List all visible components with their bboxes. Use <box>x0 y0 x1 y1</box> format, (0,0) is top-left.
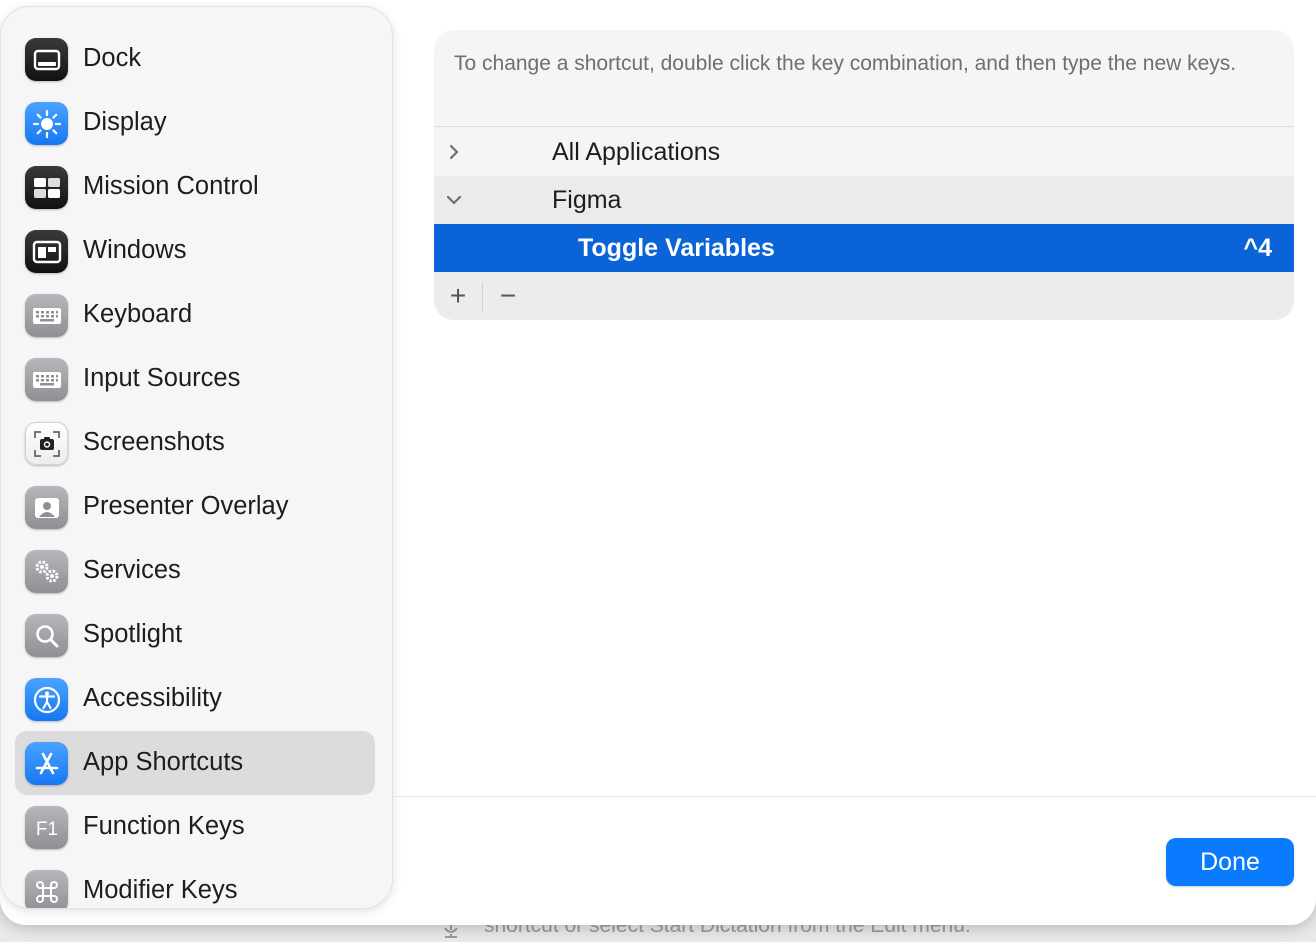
keyboard-icon <box>25 294 68 337</box>
sidebar-item-label: Function Keys <box>83 812 245 840</box>
spotlight-icon <box>25 614 68 657</box>
divider <box>434 126 1294 127</box>
sidebar: Dock Display Mission Control Windows Key <box>0 6 393 909</box>
row-figma[interactable]: Figma <box>434 176 1294 224</box>
sidebar-item-screenshots[interactable]: Screenshots <box>15 411 375 475</box>
sidebar-item-services[interactable]: Services <box>15 539 375 603</box>
sidebar-item-label: Services <box>83 556 181 584</box>
shortcut-hint: To change a shortcut, double click the k… <box>454 52 1237 75</box>
list-toolbar: + − <box>434 272 1294 320</box>
sidebar-item-modifier-keys[interactable]: Modifier Keys <box>15 859 375 908</box>
shortcuts-panel: To change a shortcut, double click the k… <box>434 30 1294 320</box>
app-shortcuts-icon <box>25 742 68 785</box>
services-icon <box>25 550 68 593</box>
shortcut-key[interactable]: ^4 <box>1243 234 1272 263</box>
sidebar-item-keyboard[interactable]: Keyboard <box>15 283 375 347</box>
sidebar-item-label: Modifier Keys <box>83 876 238 904</box>
sidebar-item-label: Presenter Overlay <box>83 492 289 520</box>
sidebar-item-label: Keyboard <box>83 300 193 328</box>
row-label: Toggle Variables <box>578 234 775 262</box>
sidebar-item-accessibility[interactable]: Accessibility <box>15 667 375 731</box>
function-keys-icon: F1 <box>25 806 68 849</box>
row-label: Figma <box>552 186 622 214</box>
sidebar-item-windows[interactable]: Windows <box>15 219 375 283</box>
sidebar-item-label: Mission Control <box>83 172 259 200</box>
sidebar-item-dock[interactable]: Dock <box>15 27 375 91</box>
footer-divider <box>393 796 1316 797</box>
chevron-right-icon[interactable] <box>444 142 464 162</box>
presenter-overlay-icon <box>25 486 68 529</box>
divider <box>482 282 483 312</box>
input-sources-icon <box>25 358 68 401</box>
row-toggle-variables[interactable]: Toggle Variables ^4 <box>434 224 1294 272</box>
sidebar-item-label: Windows <box>83 236 187 264</box>
mission-control-icon <box>25 166 68 209</box>
sidebar-item-label: Accessibility <box>83 684 222 712</box>
sidebar-item-label: Dock <box>83 44 142 72</box>
sidebar-item-input-sources[interactable]: Input Sources <box>15 347 375 411</box>
sidebar-item-app-shortcuts[interactable]: App Shortcuts <box>15 731 375 795</box>
sidebar-item-presenter-overlay[interactable]: Presenter Overlay <box>15 475 375 539</box>
sidebar-item-label: Input Sources <box>83 364 241 392</box>
accessibility-icon <box>25 678 68 721</box>
sidebar-item-label: App Shortcuts <box>83 748 244 776</box>
windows-icon <box>25 230 68 273</box>
settings-sheet: Dock Display Mission Control Windows Key <box>0 0 1316 925</box>
svg-text:F1: F1 <box>35 819 57 840</box>
sidebar-item-mission-control[interactable]: Mission Control <box>15 155 375 219</box>
display-icon <box>25 102 68 145</box>
sidebar-item-label: Screenshots <box>83 428 225 456</box>
screenshots-icon <box>25 422 68 465</box>
dock-icon <box>25 38 68 81</box>
sidebar-item-spotlight[interactable]: Spotlight <box>15 603 375 667</box>
row-all-applications[interactable]: All Applications <box>434 128 1294 176</box>
sidebar-item-label: Display <box>83 108 167 136</box>
remove-button[interactable]: − <box>494 282 522 310</box>
row-label: All Applications <box>552 138 721 166</box>
modifier-keys-icon <box>25 870 68 908</box>
add-button[interactable]: + <box>444 282 472 310</box>
sidebar-item-function-keys[interactable]: F1 Function Keys <box>15 795 375 859</box>
sidebar-item-label: Spotlight <box>83 620 183 648</box>
done-button[interactable]: Done <box>1166 838 1294 886</box>
chevron-down-icon[interactable] <box>444 190 464 210</box>
sidebar-item-display[interactable]: Display <box>15 91 375 155</box>
